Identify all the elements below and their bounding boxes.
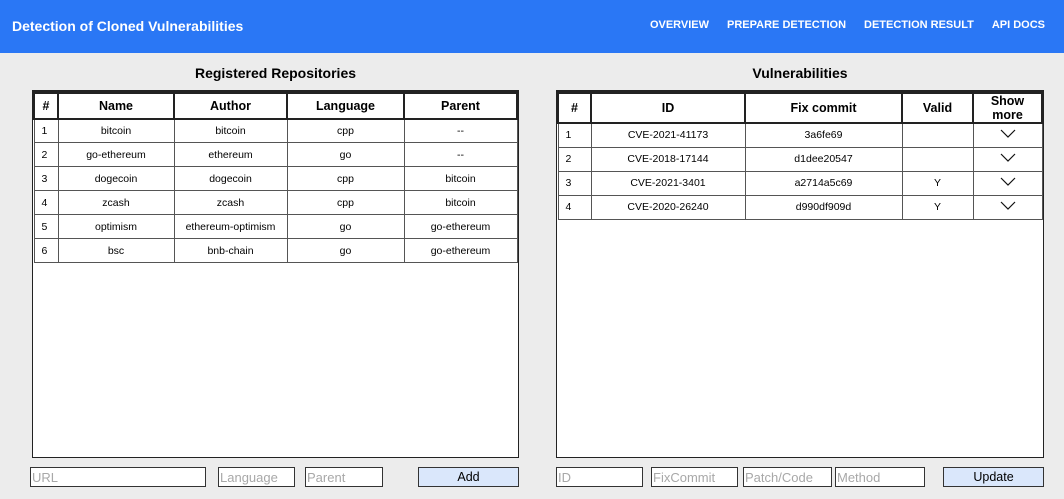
- table-cell: 3a6fe69: [744, 122, 903, 148]
- table-cell: CVE-2018-17144: [590, 146, 746, 172]
- app-title: Detection of Cloned Vulnerabilities: [12, 18, 244, 34]
- table-cell: 1: [33, 118, 59, 143]
- table-cell: cpp: [286, 118, 405, 143]
- table-cell: 1: [557, 122, 592, 148]
- vulnerabilities-header-row: # ID Fix commit Valid Show more: [557, 91, 1043, 124]
- table-cell: ethereum: [173, 142, 288, 167]
- show-more-cell: [972, 122, 1043, 148]
- col-header-author: Author: [173, 91, 288, 120]
- table-row[interactable]: 1 bitcoin bitcoin cpp --: [33, 118, 518, 143]
- table-cell: --: [403, 142, 518, 167]
- table-cell: CVE-2021-41173: [590, 122, 746, 148]
- table-cell: cpp: [286, 190, 405, 215]
- table-cell: Y: [901, 170, 974, 196]
- table-cell: 4: [33, 190, 59, 215]
- table-row[interactable]: 4 zcash zcash cpp bitcoin: [33, 190, 518, 215]
- table-cell: dogecoin: [173, 166, 288, 191]
- table-cell: go-ethereum: [403, 238, 518, 263]
- table-cell: CVE-2020-26240: [590, 194, 746, 220]
- table-cell: bnb-chain: [173, 238, 288, 263]
- table-cell: bitcoin: [403, 166, 518, 191]
- table-cell: go: [286, 238, 405, 263]
- method-input[interactable]: [835, 467, 925, 487]
- vulnerabilities-title: Vulnerabilities: [752, 65, 848, 81]
- table-cell: go-ethereum: [57, 142, 175, 167]
- table-cell: 2: [33, 142, 59, 167]
- repositories-title: Registered Repositories: [194, 65, 357, 81]
- top-nav: OVERVIEW PREPARE DETECTION DETECTION RES…: [650, 19, 1045, 31]
- table-cell: CVE-2021-3401: [590, 170, 746, 196]
- table-cell: bitcoin: [403, 190, 518, 215]
- table-row[interactable]: 3 dogecoin dogecoin cpp bitcoin: [33, 166, 518, 191]
- table-cell: bitcoin: [173, 118, 288, 143]
- show-more-cell: [972, 170, 1043, 196]
- table-cell: 3: [557, 170, 592, 196]
- fixcommit-input[interactable]: [651, 467, 738, 487]
- col-header-show-more: Show more: [972, 91, 1043, 124]
- col-header-index: #: [557, 91, 592, 124]
- update-button[interactable]: Update: [943, 467, 1044, 487]
- table-cell: go: [286, 142, 405, 167]
- table-cell: 3: [33, 166, 59, 191]
- table-cell: optimism: [57, 214, 175, 239]
- table-row[interactable]: 2 go-ethereum ethereum go --: [33, 142, 518, 167]
- col-header-fix-commit: Fix commit: [744, 91, 903, 124]
- parent-input[interactable]: [305, 467, 383, 487]
- table-cell: 6: [33, 238, 59, 263]
- table-cell: 5: [33, 214, 59, 239]
- table-row[interactable]: 3 CVE-2021-3401 a2714a5c69 Y: [557, 170, 1043, 196]
- table-cell: a2714a5c69: [744, 170, 903, 196]
- show-more-cell: [972, 194, 1043, 220]
- table-cell: 2: [557, 146, 592, 172]
- col-header-index: #: [33, 91, 59, 120]
- top-app-bar: Detection of Cloned Vulnerabilities OVER…: [0, 0, 1064, 53]
- table-row[interactable]: 6 bsc bnb-chain go go-ethereum: [33, 238, 518, 263]
- table-cell: d990df909d: [744, 194, 903, 220]
- table-cell: go-ethereum: [403, 214, 518, 239]
- table-cell: --: [403, 118, 518, 143]
- url-input[interactable]: [30, 467, 206, 487]
- language-input[interactable]: [218, 467, 295, 487]
- col-header-id: ID: [590, 91, 746, 124]
- col-header-language: Language: [286, 91, 405, 120]
- col-header-valid: Valid: [901, 91, 974, 124]
- chevron-down-icon[interactable]: [1000, 129, 1016, 142]
- vulnerabilities-panel: # ID Fix commit Valid Show more 1 CVE-202…: [556, 90, 1044, 458]
- table-cell: bitcoin: [57, 118, 175, 143]
- chevron-down-icon[interactable]: [1000, 177, 1016, 190]
- table-cell: dogecoin: [57, 166, 175, 191]
- table-cell: d1dee20547: [744, 146, 903, 172]
- show-more-cell: [972, 146, 1043, 172]
- patch-code-input[interactable]: [743, 467, 832, 487]
- chevron-down-icon[interactable]: [1000, 153, 1016, 166]
- nav-detection-result[interactable]: DETECTION RESULT: [864, 19, 974, 31]
- table-cell: Y: [901, 194, 974, 220]
- table-cell: zcash: [173, 190, 288, 215]
- table-cell: bsc: [57, 238, 175, 263]
- table-cell: cpp: [286, 166, 405, 191]
- repositories-header-row: # Name Author Language Parent: [33, 91, 518, 120]
- nav-overview[interactable]: OVERVIEW: [650, 19, 709, 31]
- table-row[interactable]: 4 CVE-2020-26240 d990df909d Y: [557, 194, 1043, 220]
- chevron-down-icon[interactable]: [1000, 201, 1016, 214]
- repositories-panel: # Name Author Language Parent 1 bitcoin bi…: [32, 90, 519, 458]
- col-header-name: Name: [57, 91, 175, 120]
- table-cell: go: [286, 214, 405, 239]
- table-cell: [901, 146, 974, 172]
- table-row[interactable]: 5 optimism ethereum-optimism go go-ethereum: [33, 214, 518, 239]
- table-row[interactable]: 2 CVE-2018-17144 d1dee20547: [557, 146, 1043, 172]
- nav-api-docs[interactable]: API DOCS: [992, 19, 1045, 31]
- table-row[interactable]: 1 CVE-2021-41173 3a6fe69: [557, 122, 1043, 148]
- add-button[interactable]: Add: [418, 467, 519, 487]
- vulnerabilities-table: # ID Fix commit Valid Show more 1 CVE-202…: [557, 91, 1043, 220]
- table-cell: ethereum-optimism: [173, 214, 288, 239]
- table-cell: [901, 122, 974, 148]
- repositories-table: # Name Author Language Parent 1 bitcoin bi…: [33, 91, 518, 263]
- col-header-parent: Parent: [403, 91, 518, 120]
- table-cell: zcash: [57, 190, 175, 215]
- table-cell: 4: [557, 194, 592, 220]
- nav-prepare-detection[interactable]: PREPARE DETECTION: [727, 19, 846, 31]
- id-input[interactable]: [556, 467, 643, 487]
